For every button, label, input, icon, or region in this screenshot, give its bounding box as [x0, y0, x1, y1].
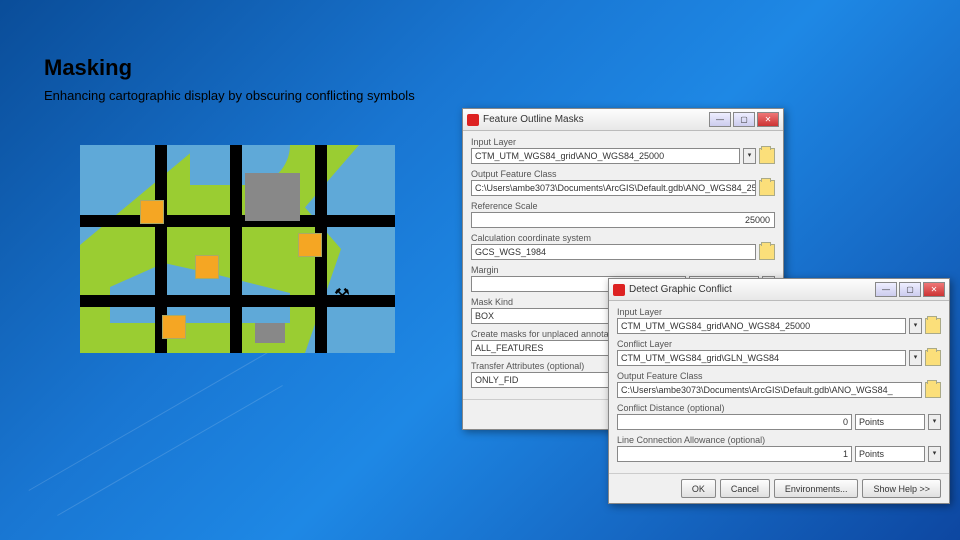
dropdown-icon[interactable]: ▾: [928, 414, 941, 430]
conflict-layer-field[interactable]: CTM_UTM_WGS84_grid\GLN_WGS84: [617, 350, 906, 366]
output-fc-label: Output Feature Class: [617, 371, 941, 381]
browse-folder-icon[interactable]: [925, 318, 941, 334]
decoration-line: [29, 350, 272, 491]
dialog-title-text: Feature Outline Masks: [483, 114, 584, 125]
line-conn-unit-select[interactable]: Points: [855, 446, 925, 462]
output-fc-field[interactable]: C:\Users\ambe3073\Documents\ArcGIS\Defau…: [471, 180, 756, 196]
cancel-button[interactable]: Cancel: [720, 479, 770, 498]
dialog-titlebar[interactable]: Detect Graphic Conflict — ▢ ✕: [609, 279, 949, 301]
output-fc-field[interactable]: C:\Users\ambe3073\Documents\ArcGIS\Defau…: [617, 382, 922, 398]
dialog-button-row: OK Cancel Environments... Show Help >>: [609, 473, 949, 503]
minimize-button[interactable]: —: [709, 112, 731, 127]
dropdown-icon[interactable]: ▾: [909, 318, 922, 334]
conflict-dist-unit-select[interactable]: Points: [855, 414, 925, 430]
input-layer-label: Input Layer: [471, 137, 775, 147]
map-marker: [298, 233, 322, 257]
map-illustration: ⚒: [80, 145, 395, 353]
map-marker: [140, 200, 164, 224]
input-layer-label: Input Layer: [617, 307, 941, 317]
dialog-body: Input Layer CTM_UTM_WGS84_grid\ANO_WGS84…: [609, 301, 949, 473]
map-marker: [195, 255, 219, 279]
calc-coord-field[interactable]: GCS_WGS_1984: [471, 244, 756, 260]
calc-coord-label: Calculation coordinate system: [471, 233, 775, 243]
input-layer-field[interactable]: CTM_UTM_WGS84_grid\ANO_WGS84_25000: [471, 148, 740, 164]
map-mine-symbol: ⚒: [334, 285, 350, 306]
browse-folder-icon[interactable]: [759, 180, 775, 196]
decoration-line: [57, 385, 283, 516]
map-road: [230, 145, 242, 353]
line-conn-value[interactable]: 1: [617, 446, 852, 462]
dialog-titlebar[interactable]: Feature Outline Masks — ▢ ✕: [463, 109, 783, 131]
ref-scale-field[interactable]: 25000: [471, 212, 775, 228]
input-layer-field[interactable]: CTM_UTM_WGS84_grid\ANO_WGS84_25000: [617, 318, 906, 334]
close-button[interactable]: ✕: [757, 112, 779, 127]
margin-label: Margin: [471, 265, 775, 275]
conflict-dist-label: Conflict Distance (optional): [617, 403, 941, 413]
app-icon: [613, 284, 625, 296]
map-marker: [162, 315, 186, 339]
browse-folder-icon[interactable]: [759, 148, 775, 164]
map-building: [255, 323, 285, 343]
browse-folder-icon[interactable]: [759, 244, 775, 260]
environments-button[interactable]: Environments...: [774, 479, 859, 498]
close-button[interactable]: ✕: [923, 282, 945, 297]
dropdown-icon[interactable]: ▾: [743, 148, 756, 164]
map-building: [245, 173, 300, 221]
dialog-title-text: Detect Graphic Conflict: [629, 284, 732, 295]
browse-folder-icon[interactable]: [925, 382, 941, 398]
line-conn-label: Line Connection Allowance (optional): [617, 435, 941, 445]
show-help-button[interactable]: Show Help >>: [862, 479, 941, 498]
dropdown-icon[interactable]: ▾: [909, 350, 922, 366]
ref-scale-label: Reference Scale: [471, 201, 775, 211]
app-icon: [467, 114, 479, 126]
maximize-button[interactable]: ▢: [899, 282, 921, 297]
dropdown-icon[interactable]: ▾: [928, 446, 941, 462]
slide-subtitle: Enhancing cartographic display by obscur…: [44, 88, 415, 103]
dialog-detect-graphic-conflict: Detect Graphic Conflict — ▢ ✕ Input Laye…: [608, 278, 950, 504]
conflict-dist-value[interactable]: 0: [617, 414, 852, 430]
ok-button[interactable]: OK: [681, 479, 716, 498]
slide-title: Masking: [44, 55, 132, 81]
minimize-button[interactable]: —: [875, 282, 897, 297]
map-water: [80, 145, 200, 245]
maximize-button[interactable]: ▢: [733, 112, 755, 127]
browse-folder-icon[interactable]: [925, 350, 941, 366]
conflict-layer-label: Conflict Layer: [617, 339, 941, 349]
output-fc-label: Output Feature Class: [471, 169, 775, 179]
